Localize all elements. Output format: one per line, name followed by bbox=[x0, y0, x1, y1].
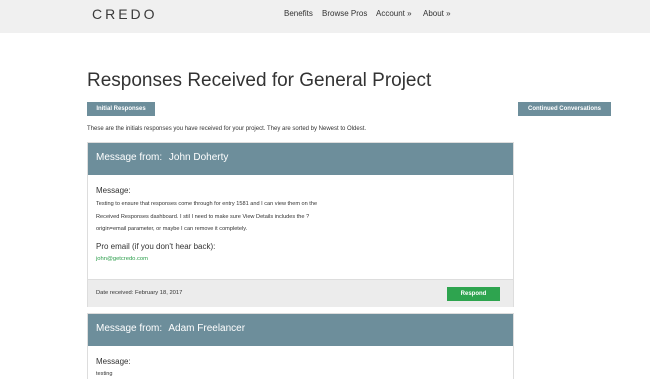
message-line: origin=email parameter, or maybe I can r… bbox=[96, 226, 248, 232]
nav-browse-pros[interactable]: Browse Pros bbox=[322, 9, 367, 18]
message-from-label: Message from: bbox=[96, 152, 163, 163]
message-footer: Date received: February 18, 2017 Respond bbox=[88, 279, 513, 307]
message-label: Message: bbox=[96, 357, 131, 366]
page-title: Responses Received for General Project bbox=[87, 70, 432, 91]
respond-button[interactable]: Respond bbox=[447, 287, 500, 301]
message-line: testing bbox=[96, 371, 113, 377]
intro-text: These are the initials responses you hav… bbox=[87, 126, 367, 132]
message-label: Message: bbox=[96, 186, 131, 195]
tab-initial-responses[interactable]: Initial Responses bbox=[87, 102, 155, 116]
message-body: Testing to ensure that responses come th… bbox=[96, 198, 396, 236]
sender-name: Adam Freelancer bbox=[168, 323, 246, 334]
message-from-label: Message from: bbox=[96, 323, 163, 334]
pro-email-label: Pro email (if you don't hear back): bbox=[96, 242, 216, 251]
date-received: Date received: February 18, 2017 bbox=[96, 290, 183, 296]
credo-logo[interactable]: CREDO bbox=[92, 6, 158, 22]
message-line: Received Responses dashboard. I stil I n… bbox=[96, 213, 310, 220]
message-body: testing bbox=[96, 368, 396, 379]
nav-benefits[interactable]: Benefits bbox=[284, 9, 313, 18]
pro-email-link[interactable]: john@getcredo.com bbox=[96, 256, 148, 262]
nav-account[interactable]: Account » bbox=[376, 9, 412, 18]
message-card: Message from: John Doherty Message: Test… bbox=[87, 142, 514, 307]
top-navbar: CREDO Benefits Browse Pros Account » Abo… bbox=[0, 0, 650, 33]
message-card: Message from: Adam Freelancer Message: t… bbox=[87, 313, 514, 379]
nav-about[interactable]: About » bbox=[423, 9, 451, 18]
message-line: Testing to ensure that responses come th… bbox=[96, 201, 318, 207]
message-header: Message from: Adam Freelancer bbox=[88, 314, 513, 346]
message-header: Message from: John Doherty bbox=[88, 143, 513, 175]
tab-continued-conversations[interactable]: Continued Conversations bbox=[518, 102, 611, 116]
sender-name: John Doherty bbox=[168, 152, 229, 163]
